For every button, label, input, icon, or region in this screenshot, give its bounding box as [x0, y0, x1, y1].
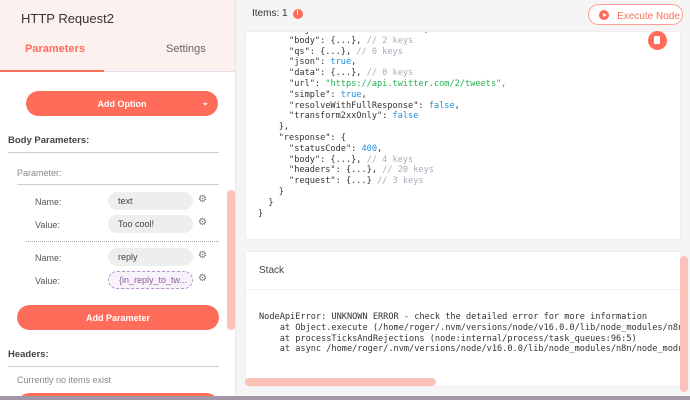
json-line: "resolveWithFullResponse": false, — [258, 100, 460, 111]
no-items-text: Currently no items exist — [17, 375, 112, 385]
scrollbar-horizontal[interactable] — [245, 378, 436, 386]
active-tab-indicator — [0, 70, 104, 72]
param-name-input[interactable]: text — [108, 192, 193, 210]
panel-header: HTTP Request2 Parameters Settings — [0, 0, 235, 72]
value-label: Value: — [35, 276, 60, 286]
stack-line: NodeApiError: UNKNOWN ERROR - check the … — [259, 312, 648, 322]
scrollbar-vertical[interactable] — [680, 256, 688, 392]
copy-icon[interactable] — [648, 31, 667, 50]
stack-line: at async /home/roger/.nvm/versions/node/… — [279, 344, 680, 355]
stack-card: Stack NodeApiError: UNKNOWN ERROR - chec… — [245, 251, 681, 387]
add-option-label: Add Option — [97, 99, 147, 109]
node-parameters-panel: HTTP Request2 Parameters Settings Add Op… — [0, 0, 236, 396]
gears-icon[interactable]: ⚙ — [198, 273, 207, 284]
tab-parameters[interactable]: Parameters — [25, 43, 85, 55]
json-line: } — [258, 208, 264, 219]
stack-trace: NodeApiError: UNKNOWN ERROR - check the … — [259, 312, 681, 355]
stack-line: at Object.execute (/home/roger/.nvm/vers… — [279, 322, 681, 333]
json-line: "data": {...}, // 0 keys — [258, 68, 414, 79]
divider — [8, 366, 219, 367]
execute-node-button[interactable]: Execute Node — [588, 4, 683, 25]
param-value-input[interactable]: Too cool! — [108, 215, 193, 233]
stack-line: at processTicksAndRejections (node:inter… — [259, 333, 637, 344]
json-output-card: "rejectUnauthorized": true, "body": {...… — [245, 31, 681, 240]
json-line: "url": "https://api.twitter.com/2/tweets… — [258, 78, 507, 89]
parameter-label: Parameter: — [17, 168, 62, 178]
json-viewer: "rejectUnauthorized": true, "body": {...… — [258, 32, 507, 219]
chevron-down-icon: ⌄ — [201, 97, 209, 107]
value-label: Value: — [35, 220, 60, 230]
items-count: Items: 1! — [252, 8, 303, 19]
play-icon — [599, 10, 609, 20]
json-line: }, — [258, 122, 290, 133]
bottom-bar — [0, 396, 690, 400]
json-line: "simple": true, — [258, 89, 367, 100]
json-line: } — [258, 186, 284, 197]
json-line: "transform2xxOnly": false — [258, 111, 419, 122]
add-parameter-button[interactable]: Add Parameter — [17, 305, 219, 330]
divider — [246, 289, 680, 290]
info-icon[interactable]: ! — [292, 9, 303, 19]
headers-heading: Headers: — [8, 349, 49, 360]
execute-node-label: Execute Node — [617, 11, 680, 22]
divider — [8, 152, 219, 153]
items-label: Items: 1 — [252, 8, 288, 19]
gears-icon[interactable]: ⚙ — [198, 194, 207, 205]
json-line: "headers": {...}, // 20 keys — [258, 165, 434, 176]
json-line: "statusCode": 400, — [258, 143, 383, 154]
json-line: "json": true, — [258, 57, 357, 68]
body-parameters-heading: Body Parameters: — [8, 135, 90, 146]
gears-icon[interactable]: ⚙ — [198, 250, 207, 261]
node-title[interactable]: HTTP Request2 — [21, 11, 114, 26]
json-line: "request": {...} // 3 keys — [258, 176, 424, 187]
json-line: } — [258, 197, 274, 208]
tab-settings[interactable]: Settings — [166, 43, 206, 55]
param-name-input[interactable]: reply — [108, 248, 193, 266]
divider — [17, 184, 219, 185]
name-label: Name: — [35, 197, 62, 207]
json-line: "body": {...}, // 4 keys — [258, 154, 414, 165]
add-option-button[interactable]: Add Option ⌄ — [26, 91, 218, 116]
name-label: Name: — [35, 253, 62, 263]
scrollbar-vertical[interactable] — [227, 190, 235, 330]
json-line: "body": {...}, // 2 keys — [258, 35, 414, 46]
gears-icon[interactable]: ⚙ — [198, 217, 207, 228]
stack-title: Stack — [259, 265, 285, 276]
param-value-expression-input[interactable]: {in_reply_to_tw... — [108, 271, 193, 289]
json-line: "response": { — [258, 132, 346, 143]
json-line: "qs": {...}, // 0 keys — [258, 46, 403, 57]
divider — [26, 241, 219, 242]
